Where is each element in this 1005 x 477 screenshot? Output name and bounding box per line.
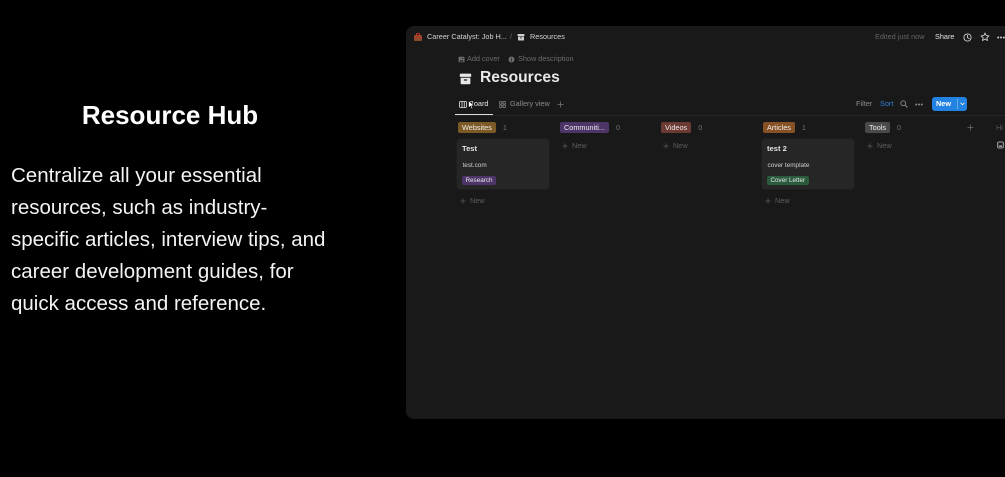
- edited-status: Edited just now: [875, 32, 925, 41]
- star-icon[interactable]: [980, 32, 990, 42]
- board-group-articles: Articles 1 test 2 cover template Cover L…: [762, 122, 854, 222]
- new-button-divider: [956, 99, 958, 109]
- add-card-button[interactable]: New: [460, 196, 485, 206]
- group-count: 0: [897, 123, 902, 132]
- card-tag: Cover Letter: [767, 175, 809, 185]
- card-property: cover template: [767, 161, 810, 169]
- add-card-label: New: [775, 196, 790, 205]
- card-tag: Research: [462, 175, 496, 185]
- app-window: Career Catalyst: Job H... / Resources Ed…: [406, 26, 1005, 419]
- workspace-icon[interactable]: [413, 32, 423, 42]
- add-card-label: New: [877, 141, 892, 150]
- breadcrumb-page[interactable]: Resources: [530, 32, 565, 42]
- add-view-plus-icon[interactable]: [557, 100, 564, 108]
- add-card-button[interactable]: New: [562, 141, 587, 151]
- chevron-down-icon[interactable]: [959, 102, 965, 106]
- plus-icon: [663, 143, 669, 149]
- description-line: career development guides, for: [11, 260, 294, 283]
- card-title: test 2: [767, 143, 787, 153]
- plus-icon: [460, 198, 466, 204]
- group-badge[interactable]: Websites: [458, 122, 496, 133]
- group-header[interactable]: Communiti... 0: [560, 122, 620, 133]
- more-icon[interactable]: [915, 103, 923, 106]
- group-badge[interactable]: Tools: [865, 122, 891, 133]
- breadcrumb-separator: /: [510, 32, 513, 41]
- group-count: 0: [615, 123, 621, 132]
- add-cover-button[interactable]: Add cover: [467, 54, 500, 64]
- group-header[interactable]: Tools 0: [865, 122, 901, 133]
- add-card-label: New: [673, 141, 688, 150]
- add-group-plus-icon[interactable]: [967, 123, 974, 131]
- new-button[interactable]: New: [932, 97, 967, 111]
- board-icon: [459, 100, 467, 108]
- description-line: specific articles, interview tips, and: [11, 228, 326, 251]
- plus-icon: [867, 143, 873, 149]
- group-badge[interactable]: Articles: [763, 122, 795, 133]
- description-line: quick access and reference.: [11, 292, 267, 315]
- show-description-button[interactable]: Show description: [518, 54, 574, 64]
- board-group-videos: Videos 0 New: [660, 122, 752, 222]
- hidden-group-icon[interactable]: [997, 141, 1004, 149]
- add-card-button[interactable]: New: [765, 196, 790, 206]
- add-card-button[interactable]: New: [663, 141, 688, 151]
- feature-panel: Resource Hub Centralize all your essenti…: [0, 0, 340, 477]
- group-count: 1: [502, 123, 507, 132]
- share-button[interactable]: Share: [935, 32, 954, 42]
- board-card[interactable]: test 2 cover template Cover Letter: [762, 139, 854, 189]
- plus-icon: [562, 143, 568, 149]
- card-title: Test: [462, 143, 478, 153]
- group-badge[interactable]: Videos: [661, 122, 692, 133]
- group-badge[interactable]: Communiti...: [560, 122, 609, 133]
- archive-icon: [517, 34, 525, 41]
- description-line: resources, such as industry-: [11, 196, 268, 219]
- group-header[interactable]: Articles 1: [763, 122, 806, 133]
- page-title[interactable]: Resources: [480, 68, 560, 88]
- group-count: 0: [698, 123, 703, 132]
- clock-icon[interactable]: [963, 32, 972, 42]
- search-icon[interactable]: [900, 100, 908, 108]
- feature-description: Centralize all your essential resources,…: [11, 160, 341, 320]
- board-group-communities: Communiti... 0 New: [559, 122, 651, 222]
- description-line: Centralize all your essential: [11, 164, 262, 187]
- more-icon[interactable]: [997, 36, 1005, 39]
- breadcrumb-workspace[interactable]: Career Catalyst: Job H...: [427, 32, 507, 42]
- feature-heading: Resource Hub: [81, 100, 259, 130]
- add-card-button[interactable]: New: [867, 141, 892, 151]
- group-header[interactable]: Videos 0: [661, 122, 702, 133]
- info-icon: [508, 56, 515, 62]
- add-card-label: New: [572, 141, 587, 150]
- group-header[interactable]: Websites 1: [458, 122, 507, 133]
- tabs-divider: [455, 115, 1005, 116]
- gallery-icon: [499, 100, 506, 108]
- plus-icon: [765, 198, 771, 204]
- board-card[interactable]: Test test.com Research: [457, 139, 549, 189]
- archive-icon[interactable]: [459, 72, 472, 85]
- filter-button[interactable]: Filter: [856, 99, 872, 109]
- hidden-groups-label[interactable]: Hi: [996, 122, 1005, 133]
- board-group-websites: Websites 1 Test test.com Research New: [457, 122, 549, 222]
- group-count: 1: [801, 123, 806, 132]
- tab-gallery-view[interactable]: Gallery view: [510, 99, 550, 109]
- sort-button[interactable]: Sort: [880, 99, 893, 109]
- card-url[interactable]: test.com: [463, 161, 487, 170]
- image-icon: [458, 56, 465, 62]
- mouse-cursor-icon: [468, 100, 475, 110]
- board-group-tools: Tools 0 New: [864, 122, 956, 222]
- add-card-label: New: [470, 196, 485, 205]
- new-button-label: New: [936, 99, 952, 108]
